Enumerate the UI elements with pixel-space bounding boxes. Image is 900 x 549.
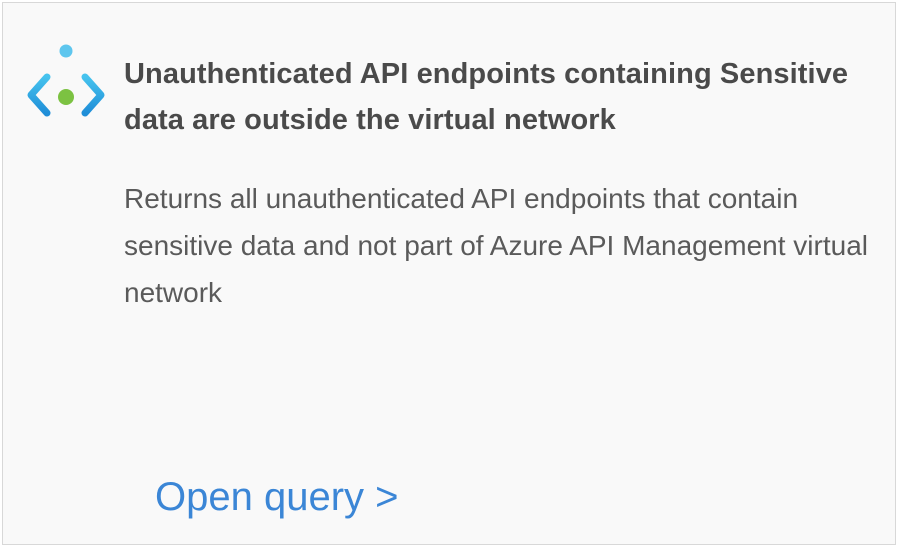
query-title: Unauthenticated API endpoints containing… xyxy=(124,58,849,136)
open-query-link[interactable]: Open query > xyxy=(155,471,399,523)
api-code-connector-icon xyxy=(27,44,105,117)
query-description: Returns all unauthenticated API endpoint… xyxy=(124,183,868,308)
query-card: Unauthenticated API endpoints containing… xyxy=(2,2,896,545)
